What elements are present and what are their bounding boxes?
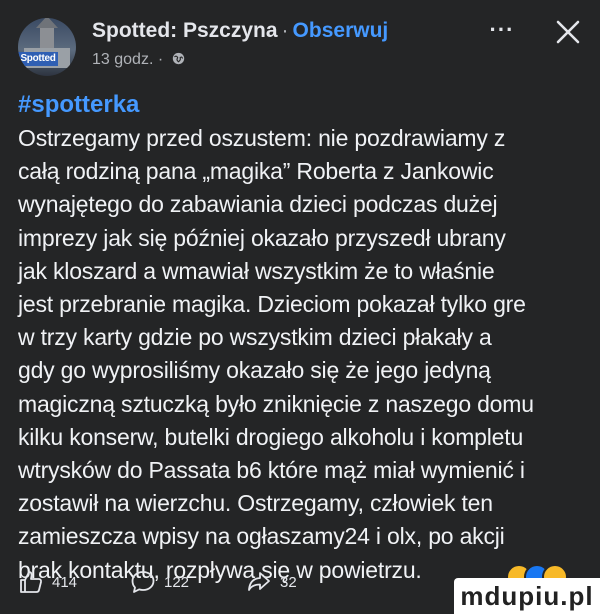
post-body-line: wtrysków do Passata b6 które mąż miał wy…	[18, 457, 525, 484]
share-count: 32	[280, 573, 297, 591]
post-body-line: imprezy jak się później okazało przyszed…	[18, 224, 506, 251]
watermark-logo: mdupiu.pl	[454, 578, 600, 614]
post-body-line: gdy go wyprosiliśmy okazało się że jego …	[18, 357, 491, 384]
post-body-line: zamieszcza wpisy na ogłaszamy24 i olx, p…	[18, 523, 505, 550]
post-body-line: wynajętego do zabawiania dzieci podczas …	[18, 191, 498, 218]
meta-separator: ·	[157, 51, 164, 68]
post-body-line: Ostrzegamy przed oszustem: nie pozdrawia…	[18, 125, 506, 151]
post-body-line: zostawił na wierzchu. Ostrzegamy, człowi…	[18, 490, 493, 517]
post-body-line: całą rodziną pana „magika” Roberta z Jan…	[18, 158, 494, 185]
share-icon	[248, 572, 270, 591]
post-header: Spotted Spotted: Pszczyna · Obserwuj 13 go…	[0, 0, 600, 82]
thumbs-up-icon	[20, 571, 42, 593]
comment-count: 122	[164, 573, 190, 591]
follow-button[interactable]: Obserwuj	[293, 19, 389, 42]
close-icon[interactable]	[550, 14, 586, 50]
page-avatar[interactable]: Spotted	[18, 18, 76, 76]
comment-button[interactable]: 122	[130, 562, 189, 602]
page-name-link[interactable]: Spotted: Pszczyna	[92, 19, 278, 42]
post-body-line: magiczną sztuczką było zniknięcie z nasz…	[18, 390, 534, 417]
like-button[interactable]: 414	[18, 562, 77, 602]
post-body-line: w trzy karty gdzie po wszystkim dzieci p…	[18, 324, 492, 351]
share-button[interactable]: 32	[246, 562, 297, 602]
more-options-button[interactable]: ···	[482, 19, 522, 44]
post-hashtag[interactable]: #spotterka	[18, 88, 139, 122]
post-body-text: Ostrzegamy przed oszustem: nie pozdrawia…	[18, 122, 588, 587]
avatar-label: Spotted	[18, 52, 58, 66]
like-count: 414	[52, 573, 78, 591]
post-body-line: jest przebranie magika. Dzieciom pokazał…	[18, 291, 526, 318]
post-meta: 13 godz. ·	[92, 48, 185, 72]
post-title-line: Spotted: Pszczyna · Obserwuj	[92, 16, 388, 46]
post-timestamp[interactable]: 13 godz.	[92, 51, 153, 68]
post-body-line: jak kloszard a wmawiał wszystkim że to w…	[18, 257, 495, 284]
post-body-line: kilku konserw, butelki drogiego alkoholu…	[18, 423, 524, 450]
globe-icon	[172, 52, 184, 65]
comment-icon	[131, 571, 155, 593]
title-separator: ·	[281, 19, 289, 42]
